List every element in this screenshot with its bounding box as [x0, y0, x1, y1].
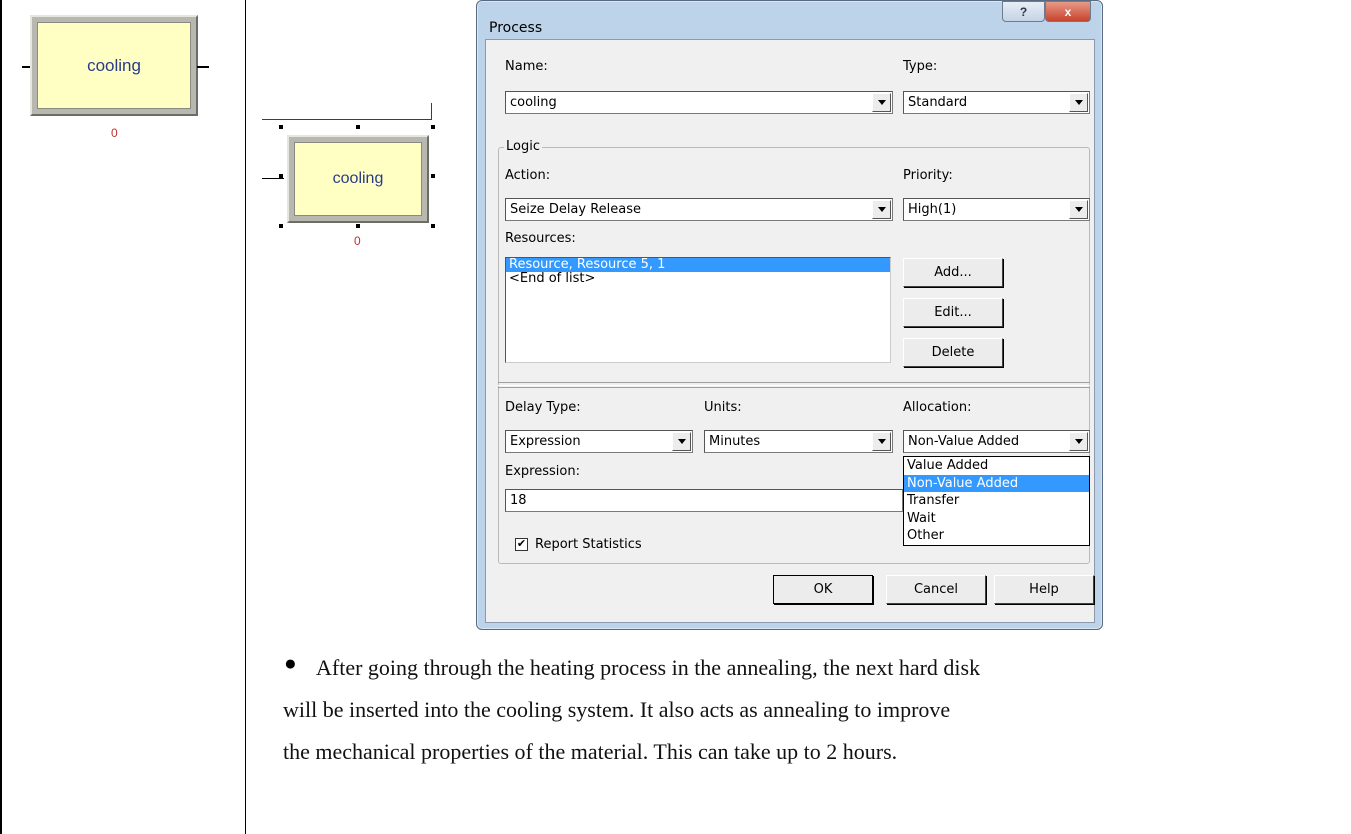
paragraph-line: will be inserted into the cooling system… — [283, 697, 951, 722]
dropdown-option[interactable]: Value Added — [904, 457, 1089, 475]
section-divider — [498, 387, 1090, 388]
allocation-dropdown-list[interactable]: Value Added Non-Value Added Transfer Wai… — [903, 456, 1090, 546]
module-label: cooling — [294, 142, 422, 216]
table-divider — [245, 0, 246, 834]
chevron-down-icon[interactable] — [672, 432, 691, 451]
selection-handle[interactable] — [356, 224, 360, 228]
allocation-combobox[interactable]: Non-Value Added — [903, 430, 1090, 453]
section-divider — [498, 385, 1090, 386]
priority-label: Priority: — [903, 168, 953, 183]
bullet-marker: ● — [284, 652, 297, 675]
dropdown-option[interactable]: Non-Value Added — [904, 474, 1089, 492]
allocation-label: Allocation: — [903, 400, 972, 415]
dropdown-option[interactable]: Other — [904, 527, 1089, 545]
report-statistics-checkbox[interactable]: ✔ — [515, 538, 528, 551]
action-label: Action: — [505, 168, 551, 183]
selection-handle[interactable] — [431, 174, 435, 178]
selection-handle[interactable] — [279, 174, 283, 178]
module-counter: 0 — [354, 234, 361, 248]
chevron-down-icon[interactable] — [1069, 200, 1088, 219]
allocation-value: Non-Value Added — [908, 434, 1020, 449]
selection-handle[interactable] — [431, 125, 435, 129]
chevron-down-icon[interactable] — [1069, 93, 1088, 112]
chevron-down-icon[interactable] — [872, 200, 891, 219]
table-left-border — [0, 0, 2, 834]
type-combobox[interactable]: Standard — [903, 91, 1090, 114]
delete-button[interactable]: Delete — [903, 338, 1003, 367]
selection-handle[interactable] — [356, 125, 360, 129]
units-label: Units: — [704, 400, 742, 415]
priority-combobox[interactable]: High(1) — [903, 198, 1090, 221]
cancel-button[interactable]: Cancel — [886, 575, 986, 604]
paragraph-line: After going through the heating process … — [316, 655, 981, 680]
delay-type-value: Expression — [510, 434, 581, 449]
delay-type-combobox[interactable]: Expression — [505, 430, 693, 453]
delay-type-label: Delay Type: — [505, 400, 581, 415]
section-divider — [498, 382, 1090, 383]
module-input-connector — [262, 178, 284, 179]
report-statistics-label: Report Statistics — [535, 537, 642, 552]
paragraph-line: the mechanical properties of the materia… — [283, 739, 898, 764]
list-item[interactable]: Resource, Resource 5, 1 — [506, 258, 890, 272]
module-label: cooling — [37, 22, 191, 109]
units-combobox[interactable]: Minutes — [704, 430, 893, 453]
units-value: Minutes — [709, 434, 761, 449]
action-combobox[interactable]: Seize Delay Release — [505, 198, 893, 221]
chevron-down-icon[interactable] — [872, 432, 891, 451]
module-output-connector — [197, 66, 209, 68]
dialog-titlebar[interactable]: Process ? x — [477, 1, 1102, 39]
name-label: Name: — [505, 59, 548, 74]
process-dialog: Process ? x Name: cooling Type: Standard… — [476, 0, 1103, 630]
resources-listbox[interactable]: Resource, Resource 5, 1 <End of list> — [505, 257, 891, 363]
type-value: Standard — [908, 95, 968, 110]
add-button[interactable]: Add... — [903, 258, 1003, 287]
selection-handle[interactable] — [431, 224, 435, 228]
resources-label: Resources: — [505, 231, 576, 246]
selection-guide-line-vertical — [431, 103, 432, 120]
process-module-selected[interactable]: cooling — [287, 135, 429, 223]
logic-group-label: Logic — [504, 139, 542, 154]
module-counter: 0 — [111, 126, 118, 140]
name-value: cooling — [510, 95, 557, 110]
expression-value: 18 — [510, 493, 527, 508]
action-value: Seize Delay Release — [510, 202, 642, 217]
list-item[interactable]: <End of list> — [506, 272, 890, 286]
chevron-down-icon[interactable] — [1069, 432, 1088, 451]
close-icon[interactable]: x — [1045, 1, 1091, 22]
priority-value: High(1) — [908, 202, 957, 217]
help-button[interactable]: Help — [994, 575, 1094, 604]
expression-field[interactable]: 18 — [505, 489, 903, 512]
edit-button[interactable]: Edit... — [903, 298, 1003, 327]
name-combobox[interactable]: cooling — [505, 91, 893, 114]
dropdown-option[interactable]: Transfer — [904, 492, 1089, 510]
selection-guide-line — [262, 119, 432, 120]
dialog-title: Process — [489, 20, 543, 36]
description-paragraph: After going through the heating process … — [283, 647, 1346, 773]
selection-handle[interactable] — [279, 224, 283, 228]
dropdown-option[interactable]: Wait — [904, 510, 1089, 528]
type-label: Type: — [903, 59, 938, 74]
dialog-client-area: Name: cooling Type: Standard Logic Actio… — [485, 39, 1095, 623]
process-module-left[interactable]: cooling — [30, 15, 198, 116]
selection-handle[interactable] — [279, 125, 283, 129]
chevron-down-icon[interactable] — [872, 93, 891, 112]
ok-button[interactable]: OK — [773, 575, 873, 604]
expression-label: Expression: — [505, 464, 580, 479]
help-icon[interactable]: ? — [1002, 1, 1045, 22]
